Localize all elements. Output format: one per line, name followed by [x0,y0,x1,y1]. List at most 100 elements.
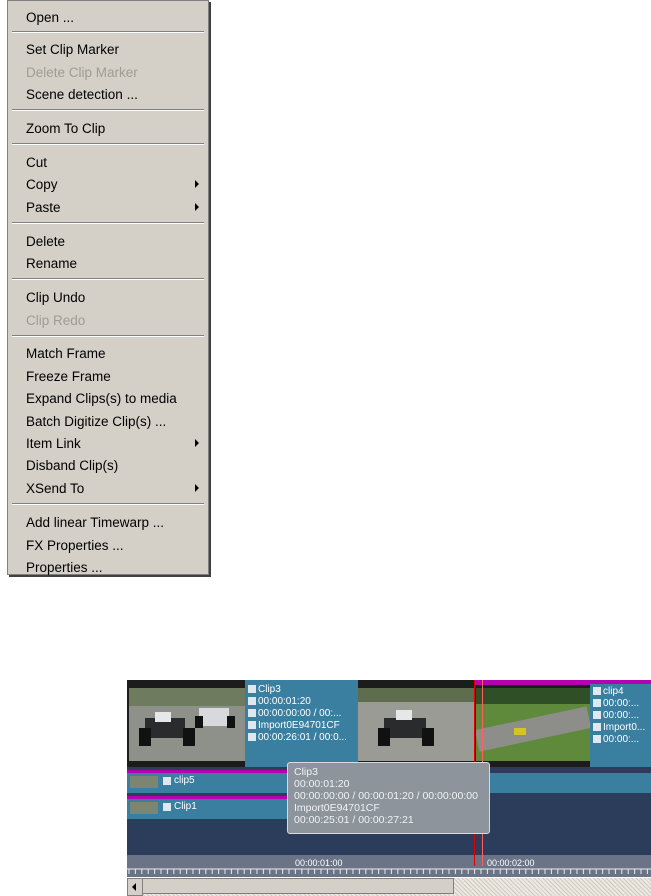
menu-separator [12,335,204,337]
tooltip-duration: 00:00:01:20 [294,778,350,790]
clip4-duration: 00:00:... [603,698,640,709]
menu-item-open[interactable]: Open ... [9,6,207,28]
menu-item-fx-properties[interactable]: FX Properties ... [9,534,207,556]
menu-item-label: Clip Undo [26,290,86,305]
clip4-info-panel[interactable]: clip4 00:00:... 00:00:... Import0... 00:… [590,684,651,767]
menu-item-add-linear-timewarp[interactable]: Add linear Timewarp ... [9,511,207,533]
menu-item-label: Scene detection ... [26,87,138,102]
duration-icon [248,697,256,706]
clip3-inout: 00:00:00:00 / 00:... [258,708,342,719]
menu-item-label: Clip Redo [26,313,86,328]
tooltip-inout: 00:00:00:00 / 00:00:01:20 / 00:00:00:00 [294,790,478,802]
menu-separator [12,503,204,505]
menu-item-label: Delete Clip Marker [26,65,138,80]
time-ruler[interactable]: 00:00:01:00 00:00:02:00 [127,855,651,877]
menu-item-paste[interactable]: Paste [9,196,207,218]
menu-item-label: Match Frame [26,346,106,361]
submenu-arrow-icon [195,484,199,492]
clip3-name: Clip3 [258,684,281,695]
menu-item-freeze-frame[interactable]: Freeze Frame [9,365,207,387]
film-icon [593,687,601,696]
menu-item-label: Batch Digitize Clip(s) ... [26,414,167,429]
arrow-left-icon [132,883,136,891]
clip3-info-panel[interactable]: Clip3 00:00:01:20 00:00:00:00 / 00:... I… [245,680,358,767]
menu-item-label: Copy [26,177,58,192]
menu-item-zoom-to-clip[interactable]: Zoom To Clip [9,117,207,139]
menu-item-rename[interactable]: Rename [9,252,207,274]
menu-item-item-link[interactable]: Item Link [9,432,207,454]
menu-separator [12,109,204,111]
menu-item-expand-clips[interactable]: Expand Clips(s) to media [9,387,207,409]
menu-item-cut[interactable]: Cut [9,151,207,173]
menu-item-label: Rename [26,256,78,271]
clip3-duration: 00:00:01:20 [258,696,311,707]
clip4-source: Import0... [603,722,646,733]
scroll-thumb[interactable] [142,878,454,894]
menu-item-batch-digitize[interactable]: Batch Digitize Clip(s) ... [9,410,207,432]
menu-item-label: Properties ... [26,560,103,575]
menu-item-copy[interactable]: Copy [9,173,207,195]
menu-separator [12,143,204,145]
menu-item-clip-redo: Clip Redo [9,309,207,331]
clip5-thumbnail [130,776,158,788]
inout-icon [593,711,601,720]
timecode-icon [593,735,601,744]
clip5-name: clip5 [174,775,195,786]
menu-item-label: Expand Clips(s) to media [26,391,177,406]
clip3-source: Import0E94701CF [258,720,340,731]
menu-item-disband-clips[interactable]: Disband Clip(s) [9,454,207,476]
menu-item-label: Freeze Frame [26,369,111,384]
clip4-inout: 00:00:... [603,710,640,721]
clip1[interactable]: Clip1 [127,799,287,819]
source-icon [593,723,601,732]
menu-item-label: XSend To [26,481,85,496]
menu-item-xsend-to[interactable]: XSend To [9,477,207,499]
tooltip-clip-name: Clip3 [294,766,318,778]
menu-item-clip-undo[interactable]: Clip Undo [9,286,207,308]
ruler-ticks [127,868,651,874]
tooltip-timecode: 00:00:25:01 / 00:00:27:21 [294,814,414,826]
menu-separator [12,278,204,280]
menu-item-match-frame[interactable]: Match Frame [9,342,207,364]
film-icon [248,685,256,694]
clip1-thumbnail [130,802,158,814]
duration-icon [593,699,601,708]
ruler-label-1: 00:00:01:00 [295,858,343,868]
submenu-arrow-icon [195,439,199,447]
menu-item-scene-detection[interactable]: Scene detection ... [9,83,207,105]
menu-item-label: Paste [26,200,61,215]
tooltip-source: Import0E94701CF [294,802,380,814]
submenu-arrow-icon [195,203,199,211]
menu-item-delete[interactable]: Delete [9,230,207,252]
menu-item-delete-clip-marker: Delete Clip Marker [9,61,207,83]
menu-item-label: Disband Clip(s) [26,458,119,473]
inout-icon [248,709,256,718]
menu-item-set-clip-marker[interactable]: Set Clip Marker [9,38,207,60]
timecode-icon [248,733,256,742]
film-icon [163,803,171,811]
film-icon [163,777,171,785]
ruler-label-2: 00:00:02:00 [487,858,535,868]
menu-separator [12,31,204,33]
source-icon [248,721,256,730]
clip4-name: clip4 [603,686,624,697]
clip3-end-thumbnail[interactable] [358,688,474,761]
clip3-thumbnail[interactable] [129,688,245,761]
menu-item-label: Add linear Timewarp ... [26,515,165,530]
menu-item-label: Zoom To Clip [26,121,106,136]
clip3-timecode: 00:00:26:01 / 00:0... [258,732,347,743]
menu-item-properties[interactable]: Properties ... [9,556,207,578]
clip1-name: Clip1 [174,801,197,812]
menu-item-label: Item Link [26,436,81,451]
video-track: Clip3 00:00:01:20 00:00:00:00 / 00:... I… [127,680,651,767]
menu-item-label: Cut [26,155,48,170]
menu-item-label: Set Clip Marker [26,42,120,57]
submenu-arrow-icon [195,180,199,188]
horizontal-scrollbar[interactable] [127,878,651,896]
clip4-thumbnail[interactable] [474,688,592,761]
menu-item-label: Open ... [26,10,75,25]
scroll-left-button[interactable] [127,878,143,896]
menu-separator [12,222,204,224]
menu-item-label: Delete [26,234,66,249]
clip4-timecode: 00:00:... [603,734,640,745]
